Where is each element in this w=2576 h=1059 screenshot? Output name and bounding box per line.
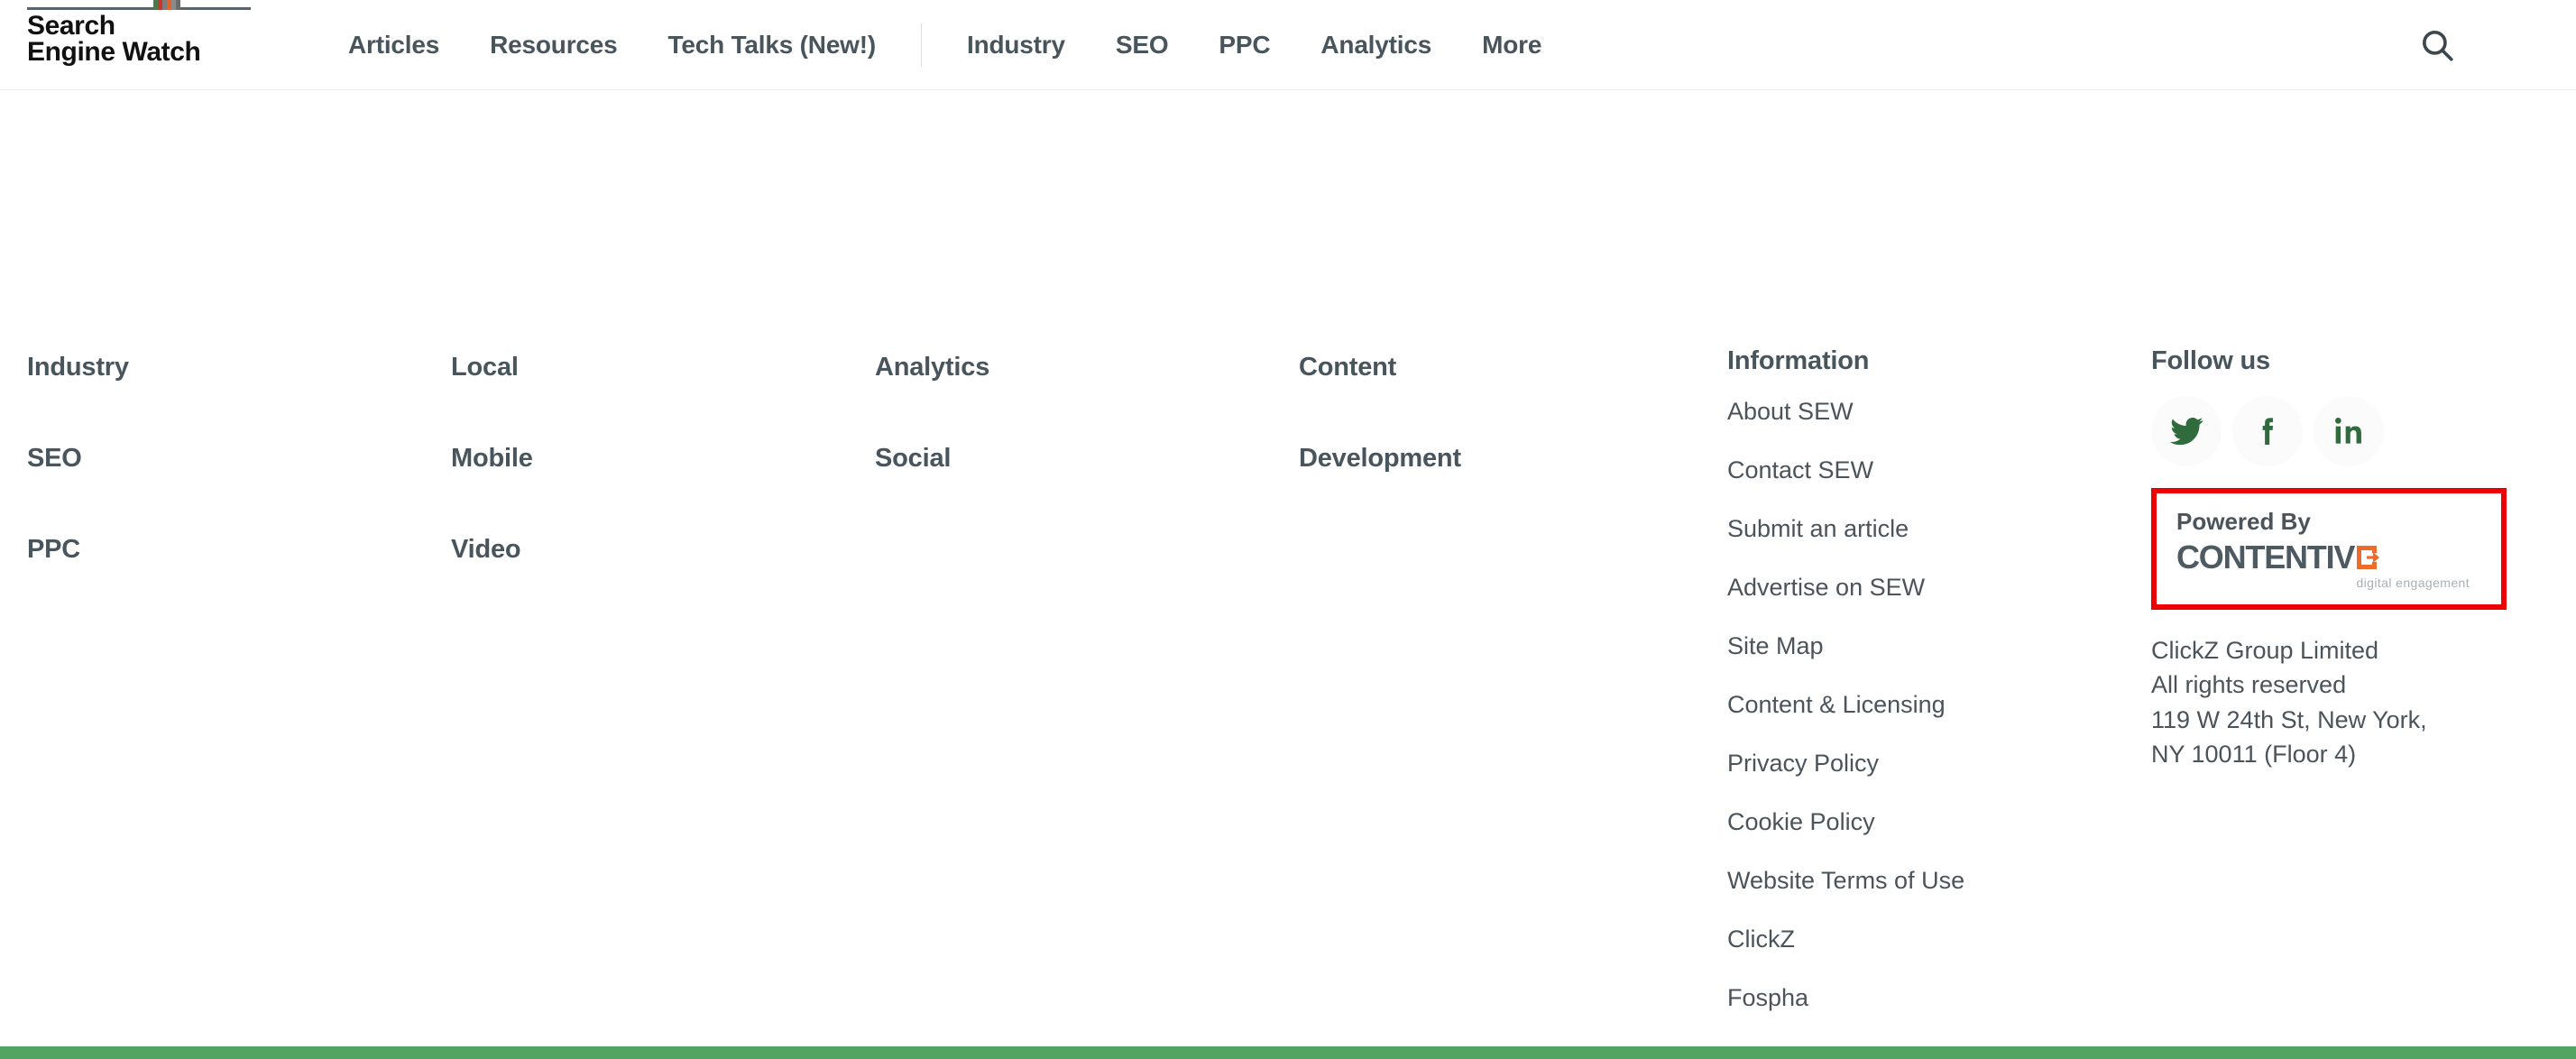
logo-color-swatches — [153, 0, 180, 10]
footer-link-mobile[interactable]: Mobile — [451, 444, 533, 474]
twitter-icon[interactable] — [2151, 396, 2222, 466]
footer-column-industry: Industry SEO PPC — [27, 353, 129, 626]
nav-item-analytics[interactable]: Analytics — [1295, 31, 1457, 60]
logo-line-1: Search — [27, 11, 115, 41]
footer-inner: Industry SEO PPC Local Mobile Video Anal… — [0, 91, 2576, 1059]
nav-item-industry[interactable]: Industry — [942, 31, 1090, 60]
info-link-site-map[interactable]: Site Map — [1727, 634, 1964, 658]
info-link-submit-an-article[interactable]: Submit an article — [1727, 517, 1964, 541]
footer-link-local[interactable]: Local — [451, 353, 533, 382]
nav-item-seo[interactable]: SEO — [1090, 31, 1194, 60]
contentive-logo: CONTENTIV digital engagement — [2176, 539, 2474, 591]
site-header: Search Engine Watch Articles Resources T… — [0, 0, 2576, 90]
address-line-rights: All rights reserved — [2151, 671, 2347, 699]
logo-text: Search Engine Watch — [27, 11, 280, 68]
nav-item-articles[interactable]: Articles — [323, 31, 465, 60]
footer-bottom-bar — [0, 1046, 2576, 1059]
footer-column-local: Local Mobile Video — [451, 353, 533, 626]
footer-link-social[interactable]: Social — [875, 444, 989, 474]
footer-column-information: Information About SEW Contact SEW Submit… — [1727, 346, 1964, 1045]
logo-line-2: Engine Watch — [27, 37, 201, 68]
footer-column-analytics: Analytics Social — [875, 353, 989, 535]
info-link-privacy-policy[interactable]: Privacy Policy — [1727, 751, 1964, 776]
logo-rule — [27, 0, 251, 10]
footer-column-content: Content Development — [1299, 353, 1461, 535]
address-line-company: ClickZ Group Limited — [2151, 637, 2379, 664]
address-line-street: 119 W 24th St, New York, — [2151, 705, 2427, 733]
nav-item-more[interactable]: More — [1457, 31, 1567, 60]
linkedin-icon[interactable] — [2314, 396, 2384, 466]
nav-divider — [921, 23, 923, 67]
site-logo[interactable]: Search Engine Watch — [27, 0, 280, 68]
page-root: Content Search Engine Watch Articles Res… — [0, 0, 2576, 1059]
nav-item-ppc[interactable]: PPC — [1193, 31, 1295, 60]
nav-item-resources[interactable]: Resources — [465, 31, 642, 60]
footer-link-seo[interactable]: SEO — [27, 444, 129, 474]
footer-link-industry[interactable]: Industry — [27, 353, 129, 382]
footer-link-development[interactable]: Development — [1299, 444, 1461, 474]
footer-link-content[interactable]: Content — [1299, 353, 1461, 382]
information-heading: Information — [1727, 346, 1870, 375]
header-actions — [2417, 0, 2544, 90]
social-links — [2151, 396, 2512, 466]
footer-link-video[interactable]: Video — [451, 535, 533, 565]
contentive-mark-icon — [2355, 544, 2382, 571]
info-link-about-sew[interactable]: About SEW — [1727, 400, 1964, 424]
powered-by-contentive-box[interactable]: Powered By CONTENTIV digital engagement — [2151, 488, 2507, 610]
info-link-cookie-policy[interactable]: Cookie Policy — [1727, 810, 1964, 834]
nav-item-tech-talks[interactable]: Tech Talks (New!) — [643, 31, 902, 60]
info-link-content-licensing[interactable]: Content & Licensing — [1727, 693, 1964, 717]
footer-link-analytics[interactable]: Analytics — [875, 353, 989, 382]
hamburger-menu-icon[interactable] — [2506, 25, 2544, 65]
info-link-advertise-on-sew[interactable]: Advertise on SEW — [1727, 576, 1964, 600]
follow-us-heading: Follow us — [2151, 346, 2270, 375]
contentive-tagline: digital engagement — [2356, 576, 2470, 590]
site-footer: Industry SEO PPC Local Mobile Video Anal… — [0, 91, 2576, 1059]
info-link-clickz[interactable]: ClickZ — [1727, 927, 1964, 952]
info-link-fospha[interactable]: Fospha — [1727, 986, 1964, 1010]
contentive-wordmark: CONTENTIV — [2176, 539, 2355, 576]
info-link-contact-sew[interactable]: Contact SEW — [1727, 458, 1964, 483]
search-icon[interactable] — [2417, 25, 2457, 65]
footer-column-follow-us: Follow us Powered By CONTENTIV digital e… — [2151, 346, 2512, 771]
facebook-icon[interactable] — [2232, 396, 2303, 466]
powered-by-label: Powered By — [2176, 508, 2311, 535]
info-link-website-terms-of-use[interactable]: Website Terms of Use — [1727, 869, 1964, 893]
primary-navigation: Articles Resources Tech Talks (New!) Ind… — [323, 0, 1567, 90]
address-line-city-zip: NY 10011 (Floor 4) — [2151, 740, 2357, 768]
company-address: ClickZ Group Limited All rights reserved… — [2151, 633, 2512, 771]
footer-link-ppc[interactable]: PPC — [27, 535, 129, 565]
